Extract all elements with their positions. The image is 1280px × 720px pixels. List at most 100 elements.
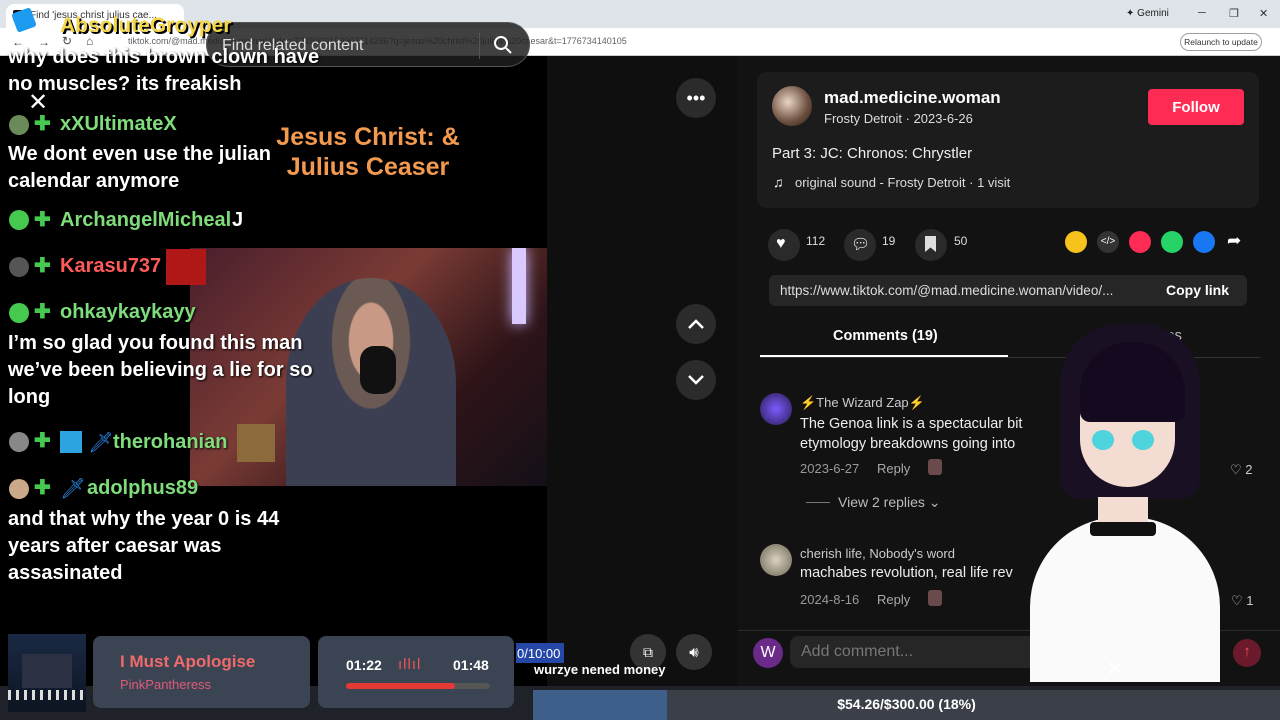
search-icon[interactable] — [493, 35, 513, 55]
commenter-avatar[interactable] — [760, 393, 792, 425]
volume-button[interactable]: 🔊︎ — [676, 634, 712, 670]
bookmark-icon — [925, 236, 936, 252]
ticker-text: wurzye nened money — [534, 662, 666, 677]
like-button[interactable]: ♥ — [768, 229, 800, 261]
gemini-button[interactable]: ✦ Gemini — [1126, 8, 1169, 19]
chat-message: I’m so glad you found this man we’ve bee… — [8, 332, 313, 408]
comment-like-button[interactable]: ♡ 2 — [1230, 462, 1253, 478]
microphone — [360, 346, 396, 394]
kick-badge-icon — [9, 210, 29, 230]
chat-username: adolphus89 — [87, 477, 199, 499]
minimize-icon[interactable]: ─ — [1198, 7, 1206, 19]
comment-like-button[interactable]: ♡ 1 — [1231, 593, 1254, 609]
comment-author[interactable]: ⚡The Wizard Zap⚡ — [800, 395, 925, 411]
tab-comments[interactable]: Comments (19) — [833, 328, 938, 344]
sound-link[interactable]: original sound - Frosty Detroit · 1 visi… — [795, 175, 1010, 190]
total-time: 01:48 — [453, 657, 489, 673]
creator-liked-badge — [928, 459, 942, 475]
sub-badge-icon: ✚ — [34, 255, 51, 277]
streamer-name: AbsoluteGroyper — [60, 14, 232, 37]
embed-icon[interactable]: </> — [1097, 231, 1119, 253]
waveform-icon: ıllıl — [398, 656, 422, 673]
comment-text: machabes revolution, real life rev — [800, 565, 1013, 581]
creator-avatar[interactable] — [772, 86, 812, 126]
post-comment-button[interactable]: ↑ — [1233, 639, 1261, 667]
music-player-card: 01:22 ıllıl 01:48 — [318, 636, 514, 708]
post-caption: Part 3: JC: Chronos: Chrystler — [772, 145, 973, 162]
view-replies-button[interactable]: View 2 replies ⌄ — [838, 494, 941, 511]
comment-placeholder: Add comment... — [801, 643, 914, 660]
repost-icon[interactable] — [1065, 231, 1087, 253]
sub-badge-icon: ✚ — [34, 113, 51, 135]
user-avatar — [9, 432, 29, 452]
save-count: 50 — [954, 234, 968, 248]
timer-counter: 0/10:00 — [516, 643, 564, 663]
user-avatar — [9, 257, 29, 277]
song-progress-track — [346, 683, 490, 689]
video-title-overlay: Jesus Christ: & Julius Ceaser — [276, 123, 460, 181]
search-divider — [479, 33, 480, 59]
send-to-friends-icon[interactable] — [1129, 231, 1151, 253]
relaunch-button[interactable]: Relaunch to update — [1180, 33, 1262, 51]
comment-like-count: 1 — [1246, 593, 1254, 608]
chevron-up-icon — [688, 319, 704, 329]
chevron-down-icon: ⌄ — [928, 494, 941, 510]
elapsed-time: 01:22 — [346, 657, 382, 673]
song-title: I Must Apologise — [120, 652, 256, 671]
close-overlay-icon[interactable]: ✕ — [1106, 656, 1124, 682]
chat-username: ohkaykaykayy — [60, 301, 196, 323]
emblem-badge-icon — [60, 431, 82, 453]
post-meta: Frosty Detroit · 2023-6-26 — [824, 111, 973, 126]
comment-button[interactable]: 💬︎ — [844, 229, 876, 261]
facebook-icon[interactable] — [1193, 231, 1215, 253]
reply-button[interactable]: Reply — [877, 461, 910, 476]
sword-badge-icon: 🗡︎ — [60, 478, 86, 500]
commenter-avatar[interactable] — [760, 544, 792, 576]
comment-date: 2023-6-27 — [800, 461, 860, 476]
music-note-icon: ♫ — [773, 174, 784, 190]
chat-username: xXUltimateX — [60, 113, 177, 135]
comment-author[interactable]: cherish life, Nobody's word — [800, 546, 955, 561]
vtuber-avatar — [1020, 322, 1225, 682]
chevron-down-icon — [688, 375, 704, 385]
comment-like-count: 2 — [1245, 462, 1253, 477]
follow-button[interactable]: Follow — [1148, 89, 1244, 125]
chat-username: ArchangelMicheal — [60, 209, 232, 231]
chat-message: and that why the year 0 is 44 years afte… — [8, 508, 280, 584]
sub-badge-icon: ✚ — [34, 430, 51, 452]
next-video-button[interactable] — [676, 360, 716, 400]
donation-goal-text: $54.26/$300.00 (18%) — [837, 696, 976, 712]
creator-liked-badge — [928, 590, 942, 606]
speaker-icon: 🔊︎ — [689, 643, 699, 661]
more-options-button[interactable]: ••• — [676, 78, 716, 118]
chat-message: J — [232, 209, 244, 231]
save-button[interactable] — [915, 229, 947, 261]
sub-badge-icon: ✚ — [34, 209, 51, 231]
chat-emote — [166, 249, 206, 285]
comment-icon: 💬︎ — [851, 236, 871, 253]
chat-username: Karasu737 — [60, 255, 162, 277]
copy-link-button[interactable]: Copy link — [1166, 282, 1229, 298]
chat-emote — [237, 424, 275, 462]
now-playing-card: I Must Apologise PinkPantheress — [93, 636, 310, 708]
user-avatar — [9, 479, 29, 499]
close-window-icon[interactable]: ✕ — [1259, 7, 1268, 20]
chat-username: therohanian — [113, 431, 228, 453]
kick-badge-icon — [9, 303, 29, 323]
whatsapp-icon[interactable] — [1161, 231, 1183, 253]
reply-button[interactable]: Reply — [877, 592, 910, 607]
previous-video-button[interactable] — [676, 304, 716, 344]
creator-username[interactable]: mad.medicine.woman — [824, 88, 1001, 108]
gemini-label: Gemini — [1137, 8, 1169, 19]
sword-badge-icon: 🗡︎ — [88, 432, 114, 454]
comment-date: 2024-8-16 — [800, 592, 860, 607]
chat-message: why does this brown clown have no muscle… — [8, 46, 320, 95]
replies-line — [806, 502, 830, 503]
share-arrow-icon[interactable]: ➦ — [1227, 231, 1241, 251]
restore-icon[interactable]: ❐ — [1229, 7, 1239, 20]
active-tab-indicator — [760, 355, 1008, 357]
comment-text: The Genoa link is a spectacular bit etym… — [800, 416, 1023, 452]
current-user-avatar[interactable]: W — [753, 638, 783, 668]
chat-message: We dont even use the julian calendar any… — [8, 143, 272, 192]
song-artist: PinkPantheress — [120, 677, 212, 692]
